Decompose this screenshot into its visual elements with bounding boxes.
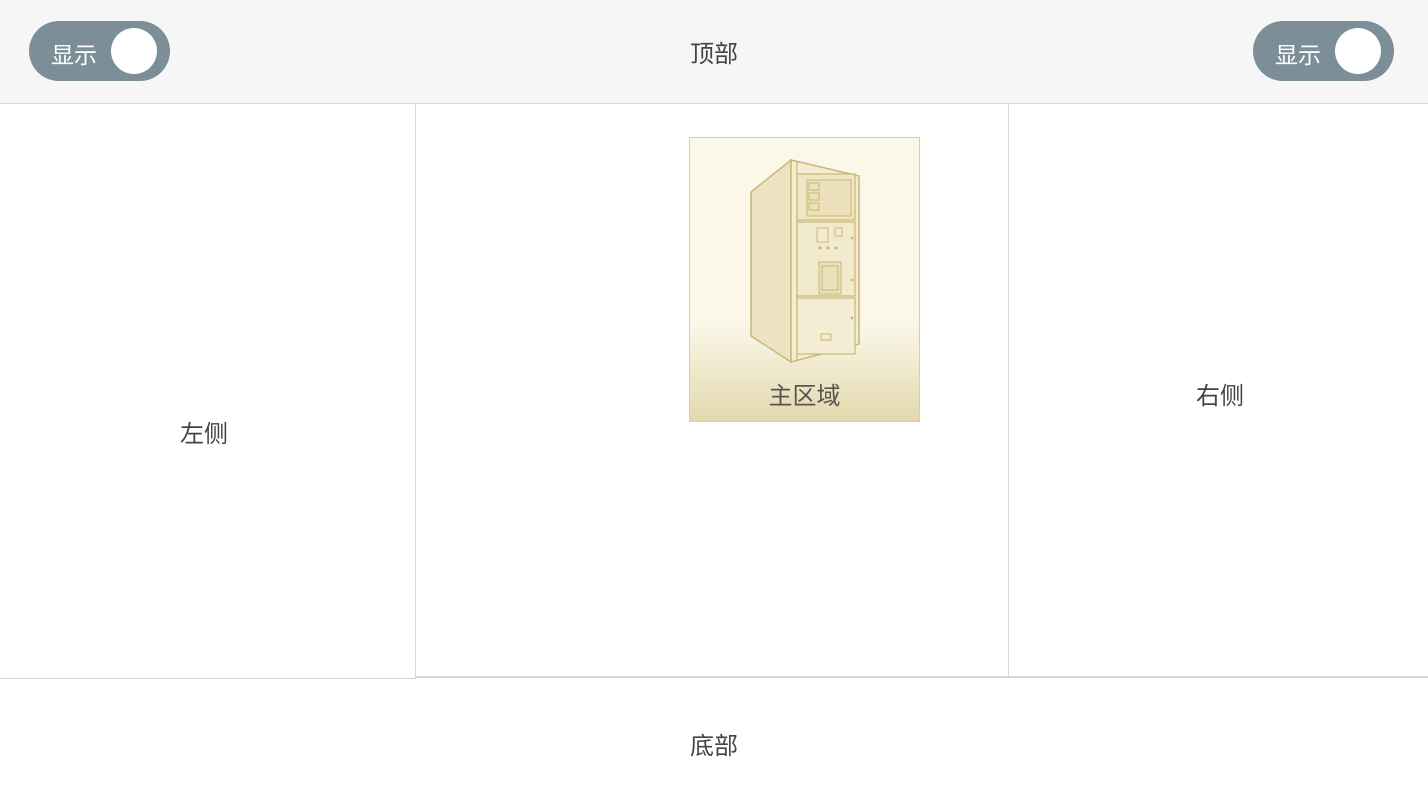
main-area-label: 主区域 (768, 382, 841, 410)
toggle-label: 显示 (1275, 43, 1321, 69)
main-area-card[interactable]: 主区域 (689, 137, 920, 422)
right-panel: 右侧 (1008, 104, 1428, 678)
left-panel: 左侧 (0, 104, 416, 679)
left-panel-label: 左侧 (180, 420, 228, 448)
header-title: 顶部 (690, 40, 738, 68)
top-header: 显示 顶部 显示 (0, 0, 1428, 104)
right-show-toggle[interactable]: 显示 (1253, 21, 1394, 81)
switchgear-cabinet-icon (750, 158, 860, 364)
layout-page: 显示 顶部 显示 左侧 主区域 右侧 底部 (0, 0, 1428, 794)
bottom-footer: 底部 (0, 680, 1428, 794)
main-panel: 主区域 (415, 104, 1009, 678)
toggle-knob (1335, 28, 1381, 74)
right-panel-label: 右侧 (1196, 382, 1244, 410)
bottom-label: 底部 (690, 732, 738, 760)
